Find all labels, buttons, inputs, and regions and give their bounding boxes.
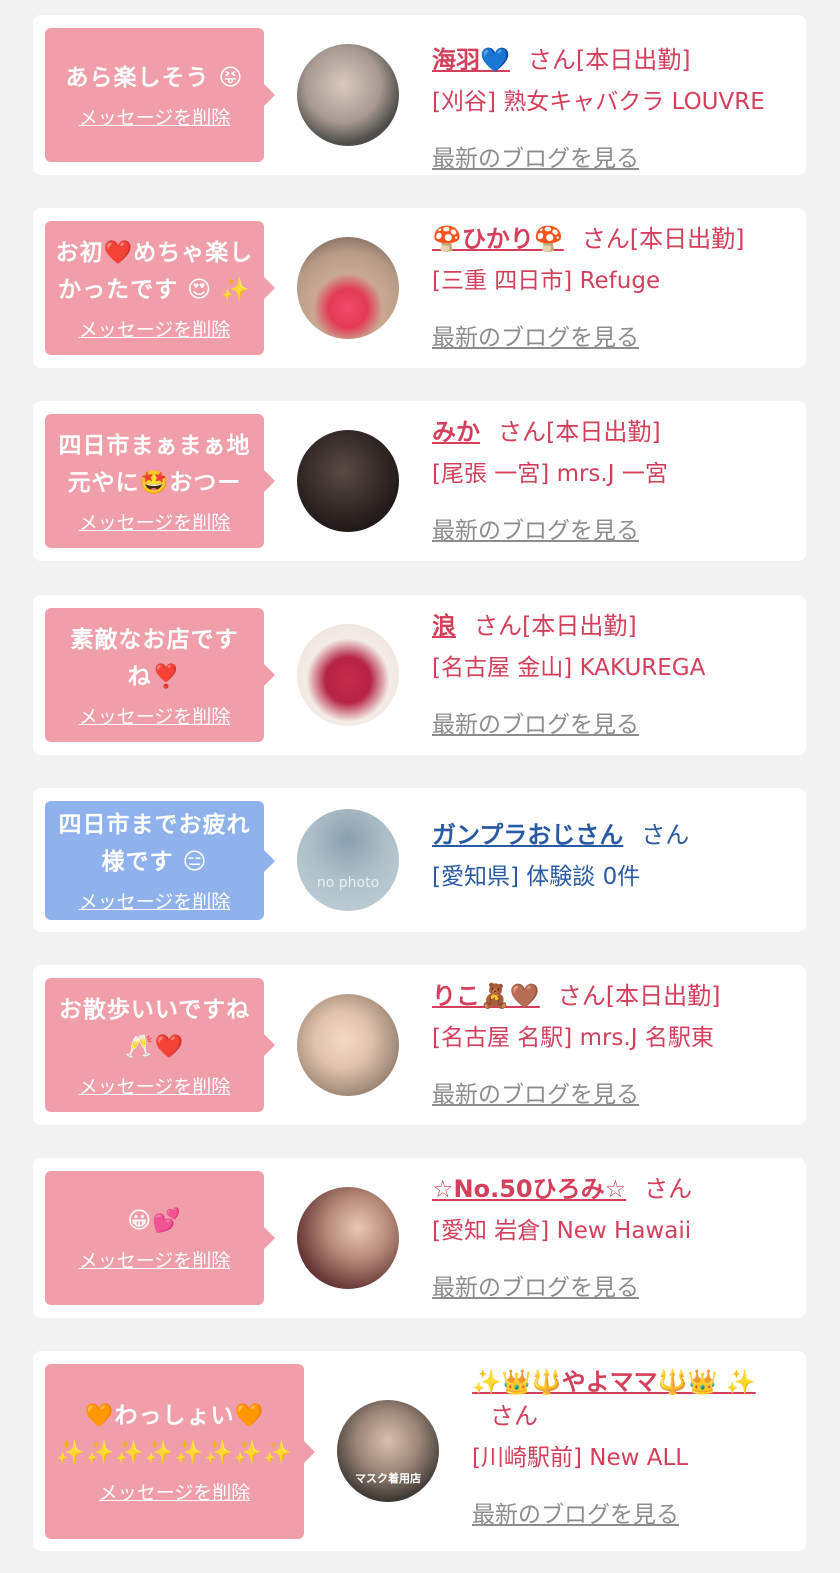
user-name-link[interactable]: りこ🧸🤎 [432, 982, 540, 1010]
message-bubble: 素敵なお店ですね❣️ メッセージを削除 [45, 608, 275, 742]
delete-message-link[interactable]: メッセージを削除 [79, 702, 231, 729]
delete-message-link[interactable]: メッセージを削除 [79, 1246, 231, 1273]
user-info: 🍄ひかり🍄 さん[本日出勤] [三重 四日市] Refuge 最新のブログを見る [432, 222, 745, 352]
user-info: 海羽💙 さん[本日出勤] [刈谷] 熟女キャバクラ LOUVRE 最新のブログを見… [432, 43, 765, 173]
user-name-link[interactable]: ガンプラおじさん [432, 821, 623, 849]
honorific-status: さん[本日出勤] [557, 982, 721, 1010]
shop-label: [刈谷] 熟女キャバクラ LOUVRE [432, 89, 765, 115]
avatar[interactable] [297, 44, 399, 146]
user-name-link[interactable]: 海羽💙 [432, 46, 510, 74]
latest-blog-link[interactable]: 最新のブログを見る [432, 705, 639, 739]
user-info: りこ🧸🤎 さん[本日出勤] [名古屋 名駅] mrs.J 名駅東 最新のブログを見… [432, 979, 721, 1109]
shop-label: [名古屋 名駅] mrs.J 名駅東 [432, 1025, 714, 1051]
message-text: 素敵なお店ですね❣️ [70, 626, 239, 690]
delete-message-link[interactable]: メッセージを削除 [79, 1072, 231, 1099]
latest-blog-link[interactable]: 最新のブログを見る [432, 139, 639, 173]
user-info: 浪さん[本日出勤] [名古屋 金山] KAKUREGA 最新のブログを見る [432, 609, 705, 739]
message-text: 🧡わっしょい🧡 ✨✨✨✨✨✨✨✨ [55, 1403, 294, 1466]
review-count-label: [愛知県] 体験談 0件 [432, 864, 641, 890]
message-bubble: 四日市までお疲れ様です 😑 メッセージを削除 [45, 801, 275, 920]
message-text: お散歩いいですね🥂❤️ [58, 996, 251, 1060]
message-card: 😀💕 メッセージを削除 ☆No.50ひろみ☆ さん [愛知 岩倉] New Haw… [33, 1158, 806, 1318]
message-text: 😀💕 [127, 1208, 182, 1234]
user-info: ☆No.50ひろみ☆ さん [愛知 岩倉] New Hawaii 最新のブログを見… [432, 1172, 692, 1302]
message-text: 四日市までお疲れ様です 😑 [58, 812, 251, 875]
message-text: お初❤️めちゃ楽しかったです 😍 ✨ [55, 239, 254, 303]
delete-message-link[interactable]: メッセージを削除 [79, 887, 231, 914]
latest-blog-link[interactable]: 最新のブログを見る [432, 1075, 639, 1109]
honorific-status: さん[本日出勤] [498, 418, 661, 446]
user-name-link[interactable]: みか [432, 418, 480, 446]
delete-message-link[interactable]: メッセージを削除 [79, 103, 231, 130]
shop-label: [愛知 岩倉] New Hawaii [432, 1218, 692, 1244]
message-card: お初❤️めちゃ楽しかったです 😍 ✨ メッセージを削除 🍄ひかり🍄 さん[本日出勤… [33, 208, 806, 368]
avatar[interactable] [297, 624, 399, 726]
honorific-status: さん [644, 1175, 693, 1203]
delete-message-link[interactable]: メッセージを削除 [79, 315, 231, 342]
message-card: あら楽しそう 😝 メッセージを削除 海羽💙 さん[本日出勤] [刈谷] 熟女キャバ… [33, 15, 806, 175]
avatar[interactable]: マスク着用店 [337, 1400, 439, 1502]
user-info: みか さん[本日出勤] [尾張 一宮] mrs.J 一宮 最新のブログを見る [432, 415, 668, 545]
message-bubble: あら楽しそう 😝 メッセージを削除 [45, 28, 275, 162]
message-card: お散歩いいですね🥂❤️ メッセージを削除 りこ🧸🤎 さん[本日出勤] [名古屋 名… [33, 965, 806, 1125]
shop-label: [川崎駅前] New ALL [472, 1445, 689, 1471]
message-bubble: 😀💕 メッセージを削除 [45, 1171, 275, 1305]
message-card: 四日市まぁまぁ地元やに🤩おつー メッセージを削除 みか さん[本日出勤] [尾張 … [33, 401, 806, 561]
latest-blog-link[interactable]: 最新のブログを見る [432, 1268, 639, 1302]
latest-blog-link[interactable]: 最新のブログを見る [432, 511, 639, 545]
user-name-link[interactable]: 🍄ひかり🍄 [432, 225, 564, 253]
shop-label: [尾張 一宮] mrs.J 一宮 [432, 461, 668, 487]
avatar[interactable]: no photo [297, 809, 399, 911]
latest-blog-link[interactable]: 最新のブログを見る [472, 1495, 679, 1529]
user-info: ✨👑🔱やよママ🔱👑 ✨ さん [川崎駅前] New ALL 最新のブログを見る [472, 1365, 792, 1529]
message-bubble: 🧡わっしょい🧡 ✨✨✨✨✨✨✨✨ メッセージを削除 [45, 1364, 315, 1539]
honorific-status: さん [490, 1402, 538, 1430]
message-card: 四日市までお疲れ様です 😑 メッセージを削除 no photo ガンプラおじさん… [33, 788, 806, 932]
honorific-status: さん[本日出勤] [581, 225, 745, 253]
message-card: 素敵なお店ですね❣️ メッセージを削除 浪さん[本日出勤] [名古屋 金山] K… [33, 595, 806, 755]
mask-shop-label: マスク着用店 [355, 1472, 421, 1485]
avatar[interactable] [297, 1187, 399, 1289]
user-name-link[interactable]: 浪 [432, 612, 456, 640]
honorific-status: さん [641, 821, 690, 849]
shop-label: [名古屋 金山] KAKUREGA [432, 655, 706, 681]
avatar[interactable] [297, 237, 399, 339]
user-name-link[interactable]: ☆No.50ひろみ☆ [432, 1175, 626, 1203]
user-name-link[interactable]: ✨👑🔱やよママ🔱👑 ✨ [472, 1368, 756, 1396]
message-bubble: 四日市まぁまぁ地元やに🤩おつー メッセージを削除 [45, 414, 275, 548]
user-info: ガンプラおじさん さん [愛知県] 体験談 0件 [432, 818, 689, 892]
message-text: 四日市まぁまぁ地元やに🤩おつー [58, 432, 251, 496]
message-bubble: お初❤️めちゃ楽しかったです 😍 ✨ メッセージを削除 [45, 221, 275, 355]
shop-label: [三重 四日市] Refuge [432, 268, 661, 294]
no-photo-label: no photo [316, 875, 380, 891]
honorific-status: さん[本日出勤] [474, 612, 637, 640]
delete-message-link[interactable]: メッセージを削除 [99, 1478, 251, 1505]
avatar[interactable] [297, 430, 399, 532]
honorific-status: さん[本日出勤] [527, 46, 691, 74]
message-bubble: お散歩いいですね🥂❤️ メッセージを削除 [45, 978, 275, 1112]
message-card: 🧡わっしょい🧡 ✨✨✨✨✨✨✨✨ メッセージを削除 マスク着用店 ✨👑🔱やよママ… [33, 1351, 806, 1551]
latest-blog-link[interactable]: 最新のブログを見る [432, 318, 639, 352]
avatar[interactable] [297, 994, 399, 1096]
message-text: あら楽しそう 😝 [65, 65, 244, 91]
delete-message-link[interactable]: メッセージを削除 [79, 508, 231, 535]
